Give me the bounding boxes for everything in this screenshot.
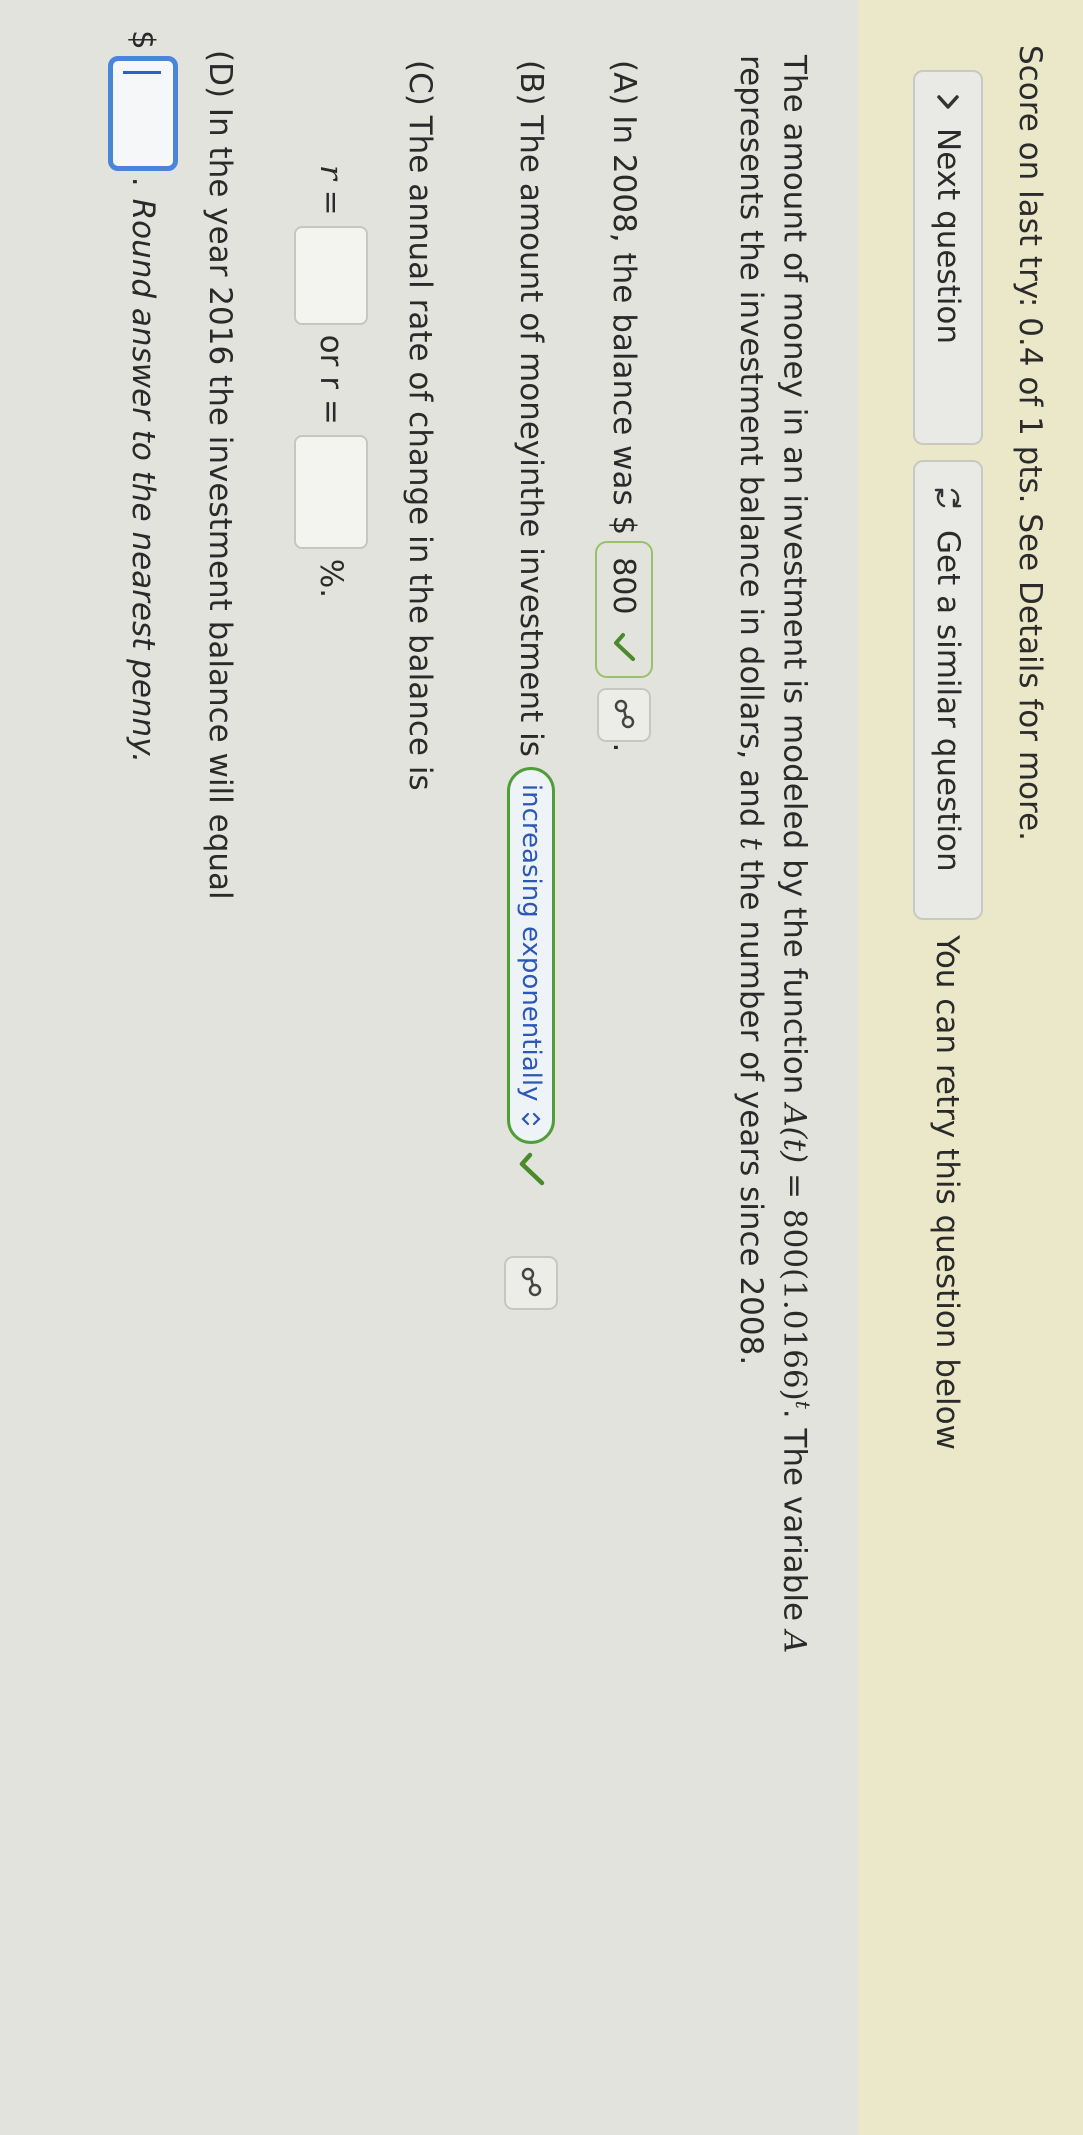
part-a-answer: 800 — [606, 557, 642, 615]
variable-a: A — [776, 1630, 813, 1654]
chevron-right-icon — [937, 95, 959, 109]
check-icon — [614, 633, 635, 662]
link-icon — [614, 700, 635, 729]
part-a-link-button[interactable] — [597, 688, 651, 743]
retry-text: You can retry this question below — [929, 935, 965, 1450]
function-rhs: 800(1.0166) — [776, 1208, 813, 1401]
problem-text-3: represents the investment balance in dol… — [732, 55, 769, 838]
part-b-dropdown[interactable]: increasing exponentially — [507, 766, 555, 1145]
function-exponent: t — [791, 1400, 815, 1409]
part-b-text-post: the investment is — [513, 486, 549, 757]
retry-icon — [934, 488, 962, 508]
part-a-answer-box[interactable]: 800 — [595, 541, 653, 679]
percent-label: %. — [313, 558, 349, 599]
part-a-text: (A) In 2008, the balance was $ — [606, 60, 642, 536]
part-c: (C) The annual rate of change in the bal… — [402, 60, 438, 791]
rate-percent-input[interactable] — [294, 434, 368, 549]
problem-line-1: The amount of money in an investment is … — [773, 55, 825, 1653]
problem-line-2: represents the investment balance in dol… — [729, 55, 773, 1653]
balance-input[interactable] — [108, 55, 178, 171]
score-banner: Score on last try: 0.4 of 1 pts. See Det… — [858, 0, 1083, 2135]
part-c-text: (C) The annual rate of change in the bal… — [402, 60, 438, 791]
rate-decimal-input[interactable] — [294, 225, 368, 325]
score-text: Score on last try: 0.4 of 1 pts. See Det… — [1012, 45, 1048, 841]
function-equals: = — [776, 1163, 813, 1209]
part-b-link-button[interactable] — [504, 1256, 558, 1311]
or-r-label: or r = — [313, 334, 349, 425]
part-b-text-pre: (B) The amount of money — [513, 60, 549, 459]
part-d: (D) In the year 2016 the investment bala… — [202, 50, 238, 900]
similar-question-label: Get a similar question — [930, 530, 966, 872]
part-b-selection: increasing exponentially — [516, 783, 546, 1102]
variable-t: t — [732, 837, 769, 850]
part-d-suffix: . — [125, 176, 161, 187]
part-b: (B) The amount of money in the investmen… — [504, 60, 558, 1311]
check-icon — [519, 1153, 545, 1186]
part-d-input-row: $ . Round answer to the nearest penny. — [108, 30, 178, 763]
r-label: r = — [313, 165, 349, 216]
part-a: (A) In 2008, the balance was $ 800 . — [595, 60, 653, 752]
text-caret — [123, 70, 161, 74]
problem-text-4: the number of years since 2008. — [732, 849, 769, 1366]
next-question-button[interactable]: Next question — [913, 70, 983, 445]
link-icon — [521, 1268, 542, 1297]
dollar-sign: $ — [125, 30, 161, 50]
similar-question-button[interactable]: Get a similar question — [913, 460, 983, 920]
question-page: Score on last try: 0.4 of 1 pts. See Det… — [0, 0, 1083, 2135]
part-d-text: (D) In the year 2016 the investment bala… — [202, 50, 238, 900]
rounding-note: Round answer to the nearest penny. — [125, 198, 161, 763]
next-question-label: Next question — [930, 128, 966, 345]
part-b-text-in: in — [513, 458, 549, 487]
part-c-inputs: r = or r = %. — [294, 165, 368, 598]
problem-text-1: The amount of money in an investment is … — [776, 55, 813, 1105]
dropdown-arrow-icon — [521, 1113, 541, 1126]
part-a-suffix: . — [606, 742, 642, 753]
problem-text-2: . The variable — [776, 1408, 813, 1631]
problem-statement: The amount of money in an investment is … — [729, 55, 825, 1653]
function-lhs: A(t) — [776, 1104, 813, 1164]
